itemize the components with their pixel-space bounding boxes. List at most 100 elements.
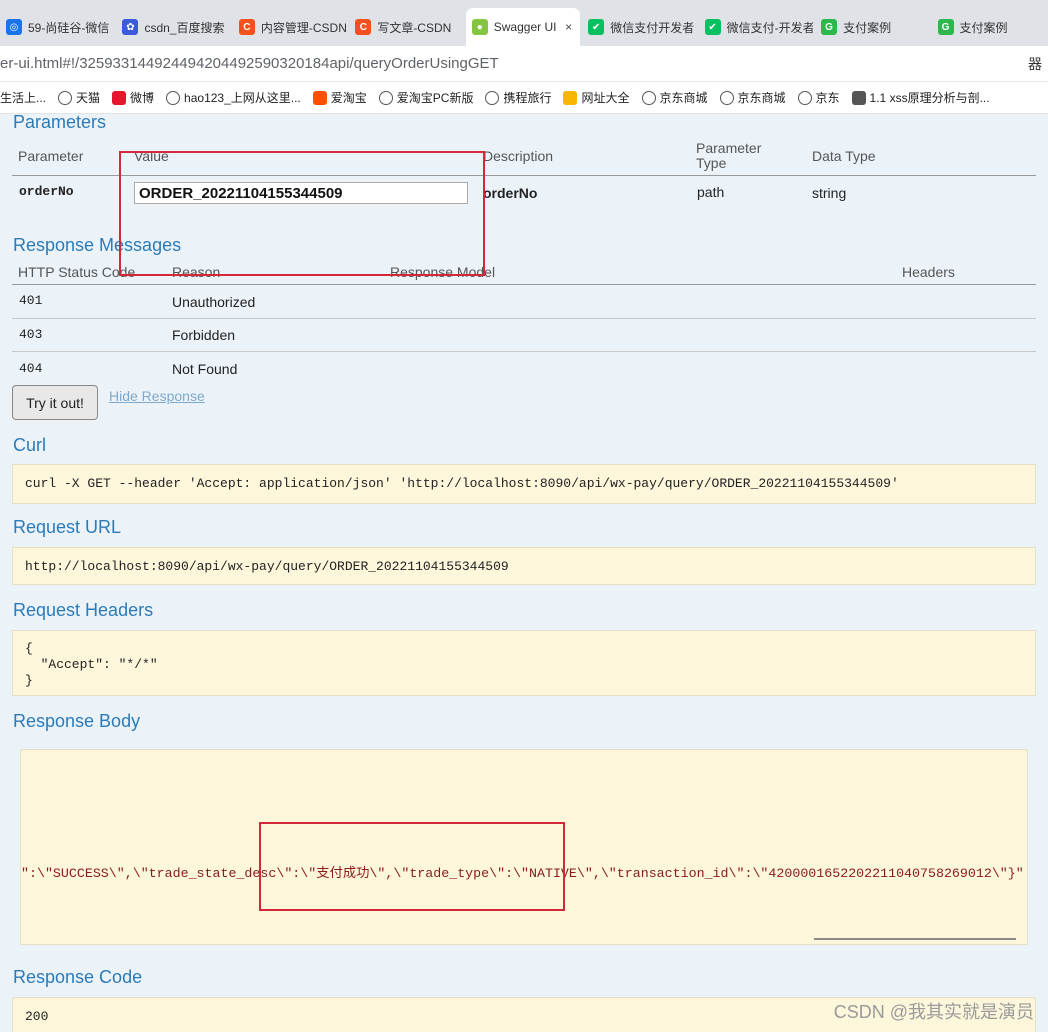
bookmark-item[interactable]: 爱淘宝PC新版: [378, 89, 474, 106]
resp-header-divider: [12, 284, 1036, 285]
bookmarks-bar: 生活上... 天猫 微博 hao123_上网从这里... 爱淘宝 爱淘宝PC新版 携程旅行 网…: [0, 82, 1048, 114]
highlight-box-trade-state: [259, 822, 565, 911]
browser-tab[interactable]: ✿ csdn_百度搜索: [116, 8, 230, 46]
bookmark-item[interactable]: 网址大全: [563, 89, 630, 106]
browser-tab-title: 微信支付-开发者: [726, 20, 814, 35]
request-url-text: http://localhost:8090/api/wx-pay/query/O…: [25, 559, 509, 574]
address-url[interactable]: er-ui.html#!/325933144924494204492590320…: [0, 55, 499, 72]
param-type: path: [697, 184, 725, 200]
bookmark-label: 1.1 xss原理分析与剖...: [869, 91, 990, 105]
request-headers-heading: Request Headers: [13, 600, 154, 620]
browser-tab[interactable]: C 写文章-CSDN: [349, 8, 463, 46]
browser-tab-title: 内容管理-CSDN: [260, 20, 347, 35]
green-g-icon: G: [937, 19, 954, 35]
resp-col-headers: Headers: [902, 264, 955, 280]
globe-icon: [312, 90, 327, 105]
csdn-app-icon: ◎: [6, 19, 22, 35]
globe-icon: [166, 90, 181, 105]
bookmark-label: 京东: [815, 91, 840, 105]
param-col-param-type: Parameter Type: [696, 140, 762, 171]
bookmark-item[interactable]: 携程旅行: [485, 89, 551, 106]
browser-tab[interactable]: ● Swagger UI ×: [465, 8, 581, 46]
bookmark-item[interactable]: 京东: [797, 89, 840, 106]
status-reason: Unauthorized: [172, 294, 256, 310]
status-code: 403: [19, 327, 43, 342]
response-body-heading: Response Body: [13, 711, 141, 731]
browser-tab[interactable]: ✔ 微信支付开发者: [582, 8, 696, 46]
close-tab-icon[interactable]: ×: [565, 20, 572, 34]
browser-tab-title: 支付案例: [959, 20, 1008, 35]
bookmark-label: 网址大全: [581, 91, 630, 105]
globe-icon: [378, 90, 393, 105]
request-url-heading: Request URL: [13, 517, 122, 537]
browser-tab[interactable]: G 支付案例: [815, 8, 929, 46]
csdn-watermark: CSDN @我其实就是演员: [833, 1002, 1034, 1022]
browser-tab-title: 微信支付开发者: [610, 20, 695, 35]
param-name: orderNo: [19, 184, 74, 199]
param-col-parameter: Parameter: [18, 148, 84, 164]
browser-tab-bar: ◎ 59-尚硅谷-微信 ✿ csdn_百度搜索 C 内容管理-CSDN C 写文章-CSDN ●…: [0, 0, 1048, 46]
bookmark-item[interactable]: 1.1 xss原理分析与剖...: [851, 89, 990, 106]
request-headers-line: }: [25, 673, 33, 688]
parameters-heading: Parameters: [13, 114, 107, 132]
curl-command: curl -X GET --header 'Accept: applicatio…: [25, 476, 899, 491]
address-bar[interactable]: er-ui.html#!/325933144924494204492590320…: [0, 46, 1048, 82]
status-reason: Not Found: [172, 361, 238, 377]
globe-icon: [112, 90, 127, 105]
browser-tab-title: 59-尚硅谷-微信: [28, 20, 110, 35]
bookmark-label: 携程旅行: [503, 91, 552, 105]
browser-tab[interactable]: ◎ 59-尚硅谷-微信: [0, 8, 114, 46]
globe-icon: [485, 90, 500, 105]
globe-icon: [719, 90, 734, 105]
browser-tab-title: csdn_百度搜索: [144, 20, 225, 35]
wechat-pay-icon: ✔: [704, 19, 721, 35]
resp-col-status: HTTP Status Code: [18, 264, 136, 280]
swagger-icon: ●: [471, 19, 488, 35]
green-g-icon: G: [821, 19, 838, 35]
baidu-paw-icon: ✿: [122, 19, 139, 35]
highlight-box-order-input: [119, 151, 485, 276]
request-headers-line: "Accept": "*/*": [25, 657, 158, 672]
bookmark-label: 生活上...: [0, 91, 47, 105]
response-body-scrollbar[interactable]: [814, 938, 1016, 940]
bookmark-label: 京东商城: [659, 91, 708, 105]
request-url-box: http://localhost:8090/api/wx-pay/query/O…: [12, 547, 1036, 585]
browser-tab-title: 支付案例: [843, 20, 892, 35]
browser-tab[interactable]: C 内容管理-CSDN: [233, 8, 347, 46]
browser-tab-title: 写文章-CSDN: [377, 20, 452, 35]
bookmark-item[interactable]: 天猫: [58, 89, 100, 106]
status-code: 401: [19, 293, 43, 308]
wechat-pay-icon: ✔: [588, 19, 605, 35]
status-code: 404: [19, 361, 43, 376]
try-it-out-button[interactable]: Try it out!: [12, 385, 98, 420]
hide-response-link[interactable]: Hide Response: [109, 388, 205, 404]
param-data-type: string: [812, 185, 847, 201]
bookmark-item[interactable]: 爱淘宝: [312, 89, 367, 106]
globe-icon: [797, 90, 812, 105]
bookmark-item[interactable]: 生活上...: [0, 89, 46, 106]
bookmark-item[interactable]: 京东商城: [641, 89, 708, 106]
row-divider: [12, 318, 1036, 319]
globe-icon: [641, 90, 656, 105]
bookmark-label: hao123_上网从这里...: [184, 91, 301, 105]
address-bar-end-icon[interactable]: 器: [1028, 54, 1042, 74]
globe-icon: [851, 90, 866, 105]
browser-tab[interactable]: ✔ 微信支付-开发者: [699, 8, 813, 46]
bookmark-item[interactable]: 京东商城: [719, 89, 786, 106]
bookmark-label: 京东商城: [737, 91, 786, 105]
swagger-operation-panel: Parameters Parameter Value Description P…: [0, 114, 1048, 1032]
request-headers-line: {: [25, 641, 33, 656]
csdn-c-icon: C: [238, 19, 255, 35]
param-col-data-type: Data Type: [812, 148, 876, 164]
response-code-value: 200: [25, 1009, 49, 1024]
param-description: orderNo: [483, 185, 538, 201]
bookmark-item[interactable]: hao123_上网从这里...: [166, 89, 301, 106]
globe-icon: [563, 90, 578, 105]
browser-tab[interactable]: G 支付案例: [932, 8, 1046, 46]
bookmark-label: 爱淘宝PC新版: [396, 91, 474, 105]
bookmark-label: 天猫: [76, 91, 101, 105]
bookmark-item[interactable]: 微博: [112, 89, 154, 106]
globe-icon: [58, 90, 73, 105]
response-code-heading: Response Code: [13, 967, 143, 987]
curl-heading: Curl: [13, 435, 47, 455]
